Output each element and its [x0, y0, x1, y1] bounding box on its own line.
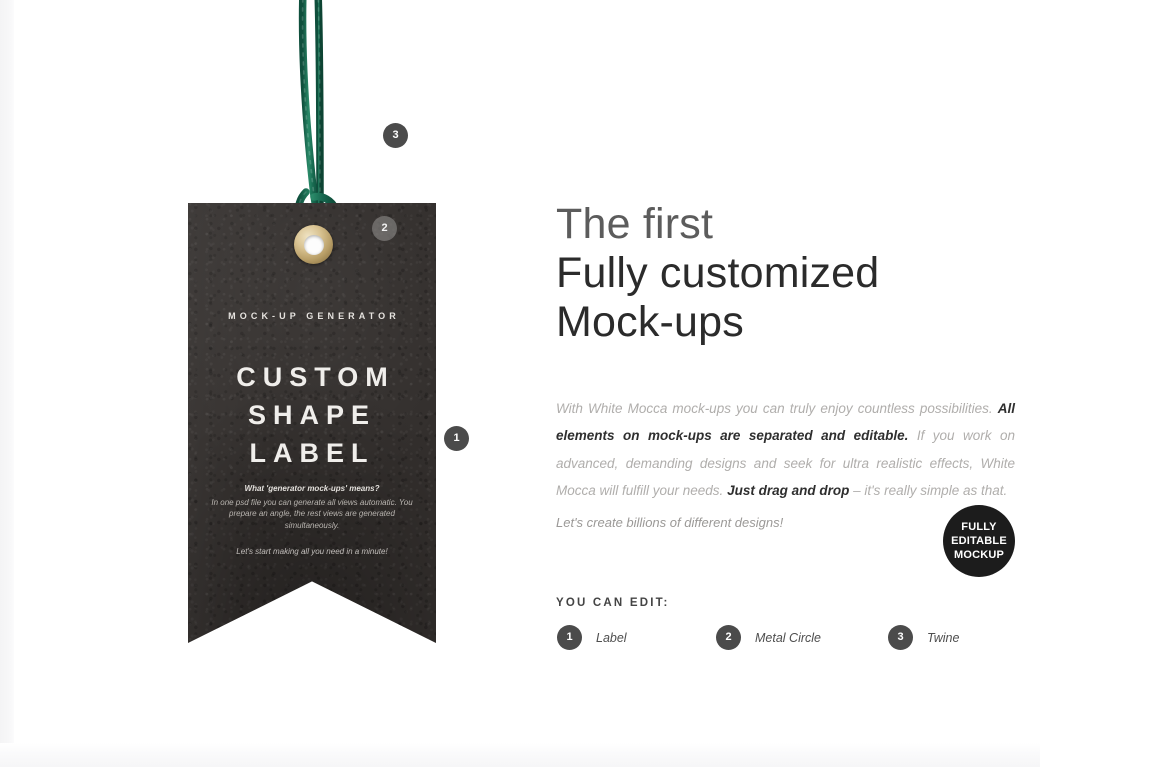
callout-marker-1[interactable]: 1 [444, 426, 469, 451]
badge-line-3: MOCKUP [953, 549, 1005, 561]
legend-dot-3: 3 [888, 625, 913, 650]
tag-subtext-body: In one psd file you can generate all vie… [211, 497, 413, 530]
tag-headline-line-2: SHAPE [247, 400, 377, 430]
headline-line-3: Mock-ups [556, 298, 744, 346]
body-bold-2: Just drag and drop [727, 483, 850, 498]
label-tag[interactable]: MOCK-UP GENERATOR CUSTOM SHAPE LABEL Wha… [188, 203, 436, 643]
tag-headline-line-3: LABEL [249, 438, 375, 468]
metal-circle-grommet[interactable] [294, 225, 333, 264]
editable-parts-legend: 1 Label 2 Metal Circle 3 Twine [556, 625, 1026, 651]
legend-label-3: Twine [927, 630, 960, 645]
legend-title: YOU CAN EDIT: [556, 597, 670, 609]
legend-dot-2: 2 [716, 625, 741, 650]
legend-item-metal-circle[interactable]: 2 Metal Circle [716, 625, 821, 650]
legend-label-2: Metal Circle [755, 630, 821, 645]
legend-dot-1: 1 [557, 625, 582, 650]
hang-tag-mockup: MOCK-UP GENERATOR CUSTOM SHAPE LABEL Wha… [0, 0, 520, 700]
body-part-1: With White Mocca mock-ups you can truly … [556, 400, 998, 416]
badge-line-1: FULLY [961, 521, 997, 533]
tag-subtext-tail: Let's start making all you need in a min… [236, 547, 388, 557]
body-part-3: – it's really simple as that. [849, 483, 1008, 498]
fully-editable-badge: FULLY EDITABLE MOCKUP [943, 505, 1015, 577]
mockup-presentation-page: MOCK-UP GENERATOR CUSTOM SHAPE LABEL Wha… [0, 0, 1160, 767]
callout-marker-2[interactable]: 2 [372, 216, 397, 241]
tag-headline: CUSTOM SHAPE LABEL [188, 358, 436, 472]
legend-item-twine[interactable]: 3 Twine [888, 625, 959, 650]
copy-column: The first Fully customized Mock-ups With… [556, 0, 1026, 700]
page-edge-bottom [0, 743, 1040, 767]
headline-line-2: Fully customized [556, 249, 880, 297]
body-paragraph: With White Mocca mock-ups you can truly … [556, 395, 1015, 505]
tag-headline-line-1: CUSTOM [236, 362, 395, 392]
headline-line-1: The first [556, 200, 714, 248]
badge-line-2: EDITABLE [951, 535, 1007, 547]
tag-kicker: MOCK-UP GENERATOR [228, 311, 400, 321]
tag-subtext-title: What 'generator mock-ups' means? [244, 484, 380, 493]
legend-item-label[interactable]: 1 Label [557, 625, 627, 650]
page-title: The first Fully customized Mock-ups [556, 200, 1026, 347]
tagline: Let's create billions of different desig… [556, 515, 784, 530]
tag-subtext: What 'generator mock-ups' means? In one … [208, 483, 416, 558]
legend-label-1: Label [596, 630, 627, 645]
callout-marker-3[interactable]: 3 [383, 123, 408, 148]
